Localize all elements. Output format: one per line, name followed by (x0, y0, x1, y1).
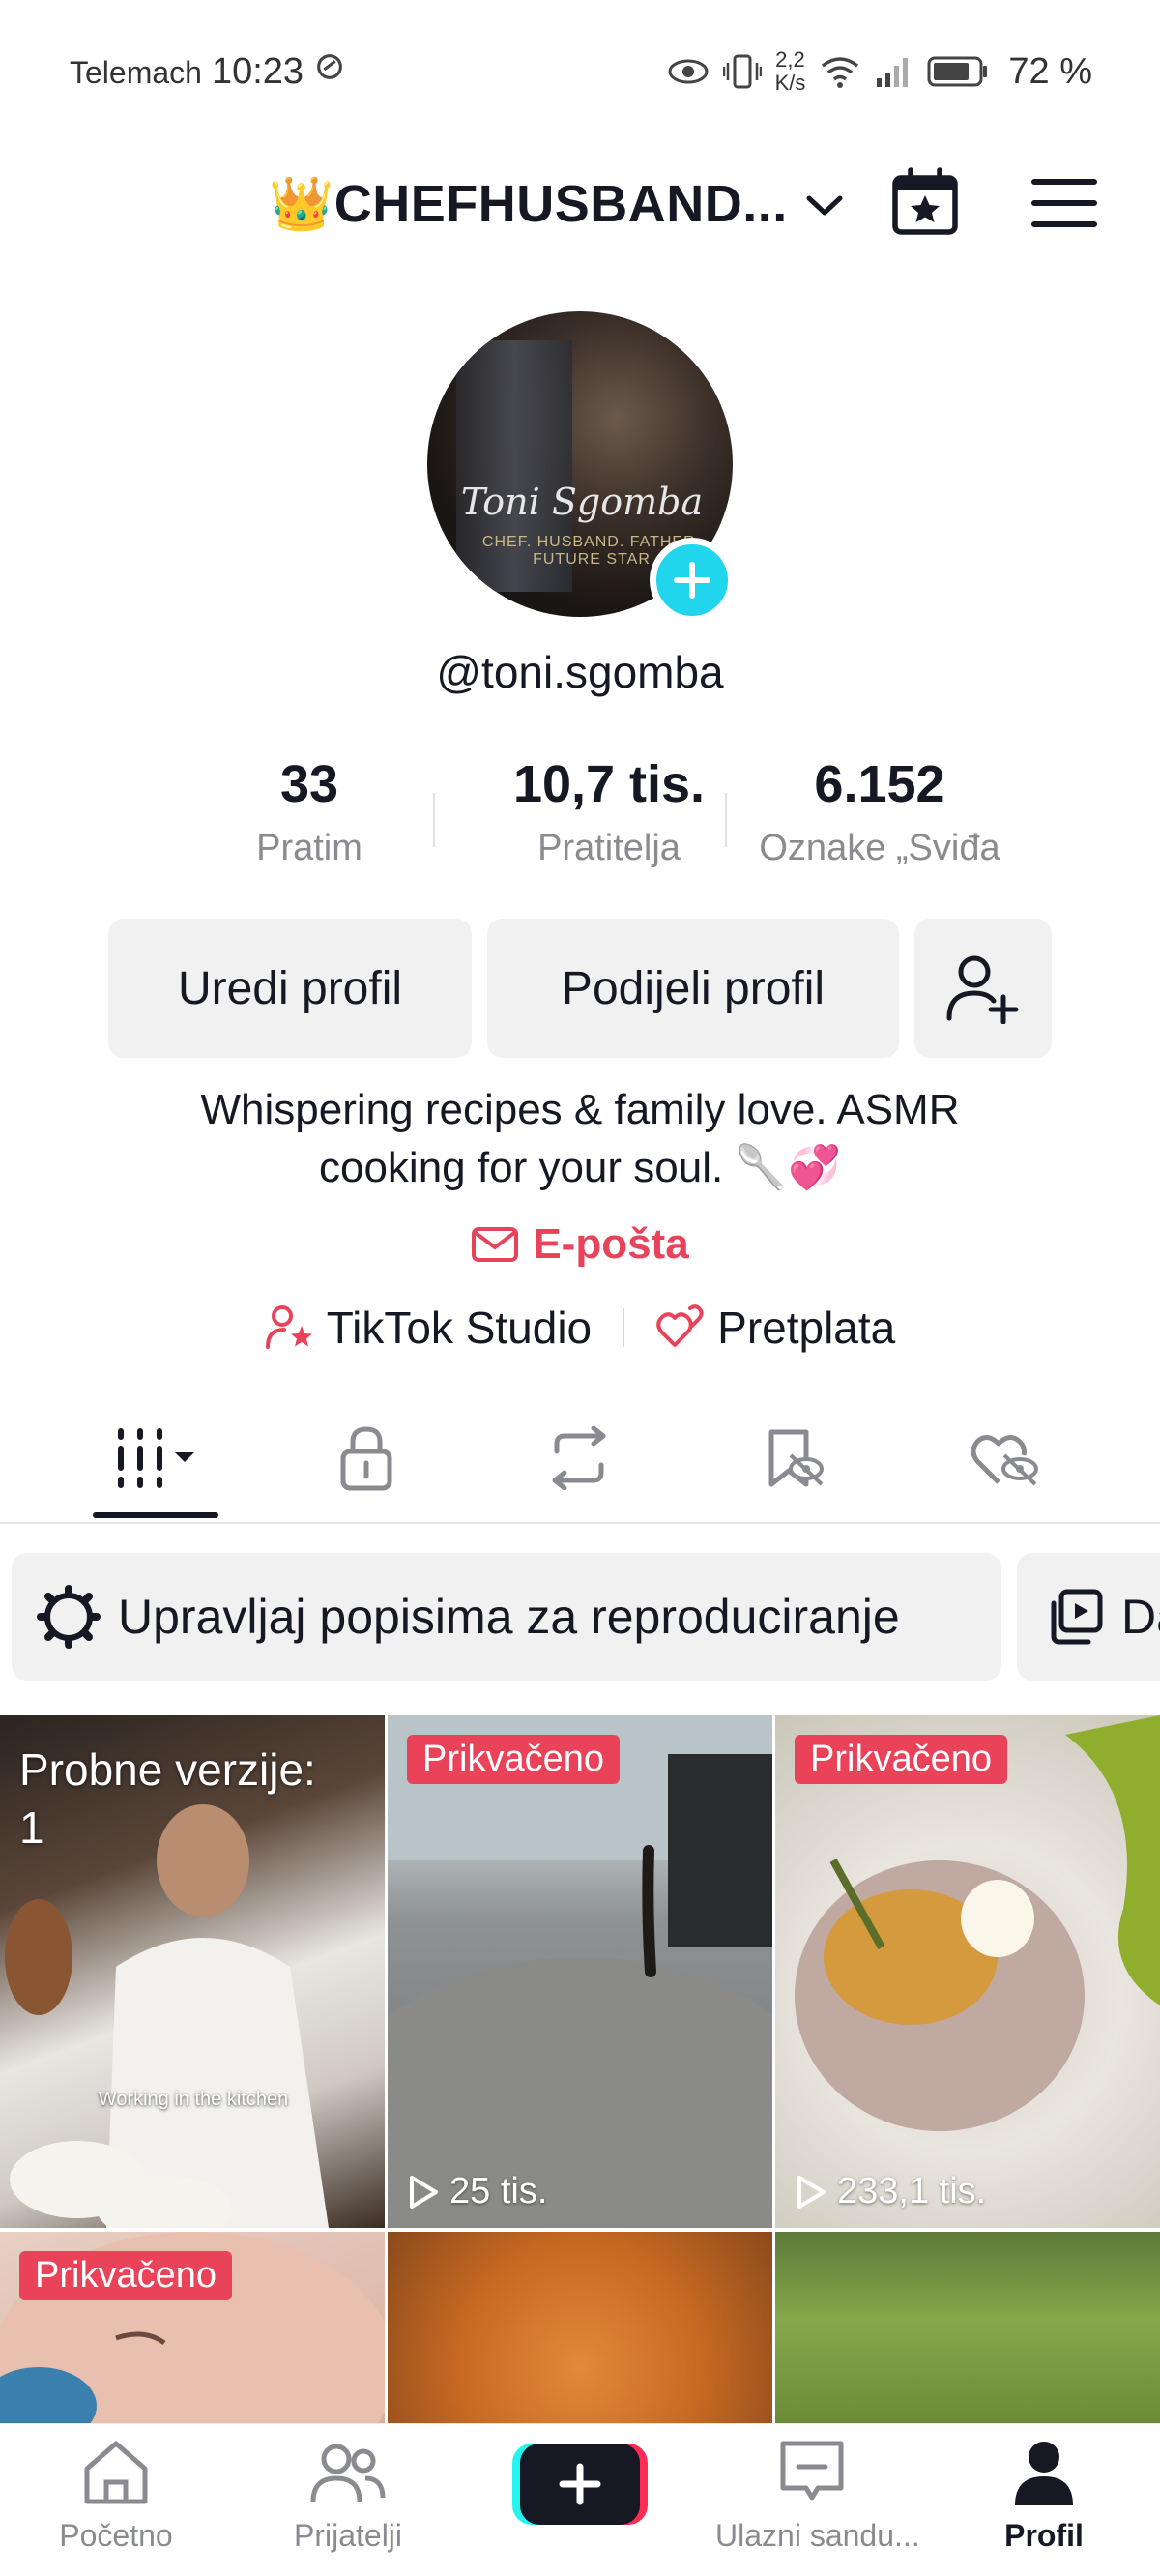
manage-playlists-button[interactable]: Upravljaj popisima za reproduciranje (12, 1553, 1001, 1681)
pinned-badge: Prikvačeno (407, 1735, 620, 1784)
profile-bio: Whispering recipes & family love. ASMR c… (200, 1086, 960, 1191)
account-switcher[interactable]: 👑CHEFHUSBAND... (269, 174, 846, 235)
stat-value: 10,7 tis. (512, 755, 706, 813)
stat-label: Oznake „Sviđa (759, 828, 1000, 868)
nav-inbox[interactable]: Ulazni sandu... (715, 2438, 920, 2554)
liked-icon (971, 1435, 1038, 1486)
creator-star-icon (265, 1305, 312, 1349)
add-friends-button[interactable] (914, 919, 1052, 1058)
friends-icon (310, 2444, 386, 2503)
video-tile[interactable] (388, 2232, 772, 2425)
home-icon (84, 2441, 148, 2504)
vibrate-icon (722, 54, 762, 89)
content-tabs (0, 1402, 1160, 1524)
playlist-icon (1051, 1589, 1103, 1645)
video-tile[interactable]: Prikvačeno 233,1 tis. (775, 1715, 1160, 2228)
share-profile-button[interactable]: Podijeli profil (487, 919, 899, 1058)
pinned-badge: Prikvačeno (19, 2251, 232, 2300)
subscription-link[interactable]: Pretplata (655, 1302, 895, 1354)
play-icon (798, 2175, 826, 2209)
sync-icon (317, 54, 342, 79)
add-story-button[interactable] (650, 538, 735, 623)
gear-icon (37, 1585, 101, 1649)
favorites-icon (768, 1429, 824, 1487)
drafts-label: Probne verzije: 1 (19, 1744, 316, 1853)
bottom-navigation: Početno Prijatelji Ulazni sandu... Profi… (0, 2423, 1160, 2576)
playlist-button[interactable]: Da (1017, 1553, 1160, 1681)
active-tab-indicator (93, 1512, 218, 1518)
stat-divider (725, 793, 727, 847)
video-thumbnail (795, 1715, 1160, 2131)
account-name: 👑CHEFHUSBAND... (269, 175, 788, 233)
menu-icon[interactable] (1030, 176, 1098, 230)
tab-liked[interactable] (943, 1420, 1069, 1497)
tab-private[interactable] (304, 1420, 429, 1497)
chevron-down-icon (806, 195, 843, 215)
profile-links: TikTok Studio Pretplata (0, 1302, 1160, 1354)
nav-home[interactable]: Početno (19, 2438, 213, 2554)
stat-label: Pratitelja (537, 828, 681, 868)
plus-icon (674, 562, 710, 599)
email-label: E-pošta (533, 1220, 689, 1268)
create-plus-icon (512, 2444, 648, 2525)
stat-following[interactable]: 33 Pratim (222, 754, 396, 869)
battery-icon (927, 56, 988, 87)
stat-value: 33 (279, 755, 339, 813)
playlist-label: Da (1121, 1590, 1160, 1644)
inbox-icon (780, 2441, 844, 2501)
view-count: 25 tis. (407, 2171, 547, 2212)
video-tile[interactable] (775, 2232, 1160, 2425)
subscription-hearts-icon (656, 1304, 704, 1347)
video-caption: Working in the kitchen (98, 2089, 289, 2110)
add-user-icon (946, 955, 1019, 1024)
tiktok-studio-label: TikTok Studio (326, 1303, 593, 1353)
eye-icon (668, 59, 709, 84)
battery-percent: 72 % (1008, 50, 1092, 92)
calendar-star-icon[interactable] (887, 164, 963, 240)
mail-icon (472, 1227, 519, 1262)
play-icon (410, 2175, 438, 2209)
profile-handle: @toni.sgomba (436, 647, 724, 697)
tab-favorites[interactable] (733, 1420, 858, 1497)
video-thumbnail (388, 1715, 772, 2228)
nav-friends[interactable]: Prijatelji (251, 2438, 445, 2554)
manage-playlists-label: Upravljaj popisima za reproduciranje (118, 1590, 900, 1644)
lock-icon (340, 1426, 392, 1491)
profile-header: 👑CHEFHUSBAND... (0, 155, 1160, 261)
signal-icon (877, 58, 909, 87)
videos-grid-icon (118, 1428, 194, 1488)
tab-videos[interactable] (93, 1420, 218, 1497)
stat-followers[interactable]: 10,7 tis. Pratitelja (474, 754, 744, 869)
profile-icon (1015, 2442, 1073, 2505)
link-divider (623, 1308, 625, 1347)
subscription-label: Pretplata (717, 1303, 896, 1353)
repost-icon (552, 1426, 606, 1490)
create-button[interactable] (512, 2442, 648, 2527)
pinned-badge: Prikvačeno (795, 1735, 1007, 1784)
net-speed: 2,2 K/s (774, 47, 806, 95)
tab-reposts[interactable] (516, 1420, 642, 1497)
profile-stats: 33 Pratim 10,7 tis. Pratitelja 6.152 Ozn… (164, 754, 1054, 880)
drafts-tile[interactable]: Probne verzije: 1 Working in the kitchen (0, 1715, 385, 2228)
stat-divider (433, 793, 435, 847)
nav-profile[interactable]: Profil (947, 2438, 1141, 2554)
view-count: 233,1 tis. (795, 2171, 986, 2212)
edit-profile-button[interactable]: Uredi profil (108, 919, 472, 1058)
avatar-signature: Toni Sgomba (460, 481, 704, 523)
video-tile[interactable]: Prikvačeno 25 tis. (388, 1715, 772, 2228)
clock: 10:23 (211, 51, 304, 92)
tiktok-studio-link[interactable]: TikTok Studio (265, 1302, 592, 1354)
status-bar: Telemach 10:23 2,2 K/s 72 % (0, 0, 1160, 145)
email-link[interactable]: E-pošta (0, 1220, 1160, 1269)
video-tile[interactable]: Prikvačeno (0, 2232, 385, 2425)
carrier-name: Telemach (70, 55, 202, 90)
stat-label: Pratim (256, 828, 362, 868)
wifi-icon (822, 57, 859, 88)
stat-likes[interactable]: 6.152 Oznake „Sviđa (735, 754, 1025, 869)
stat-value: 6.152 (814, 755, 945, 813)
